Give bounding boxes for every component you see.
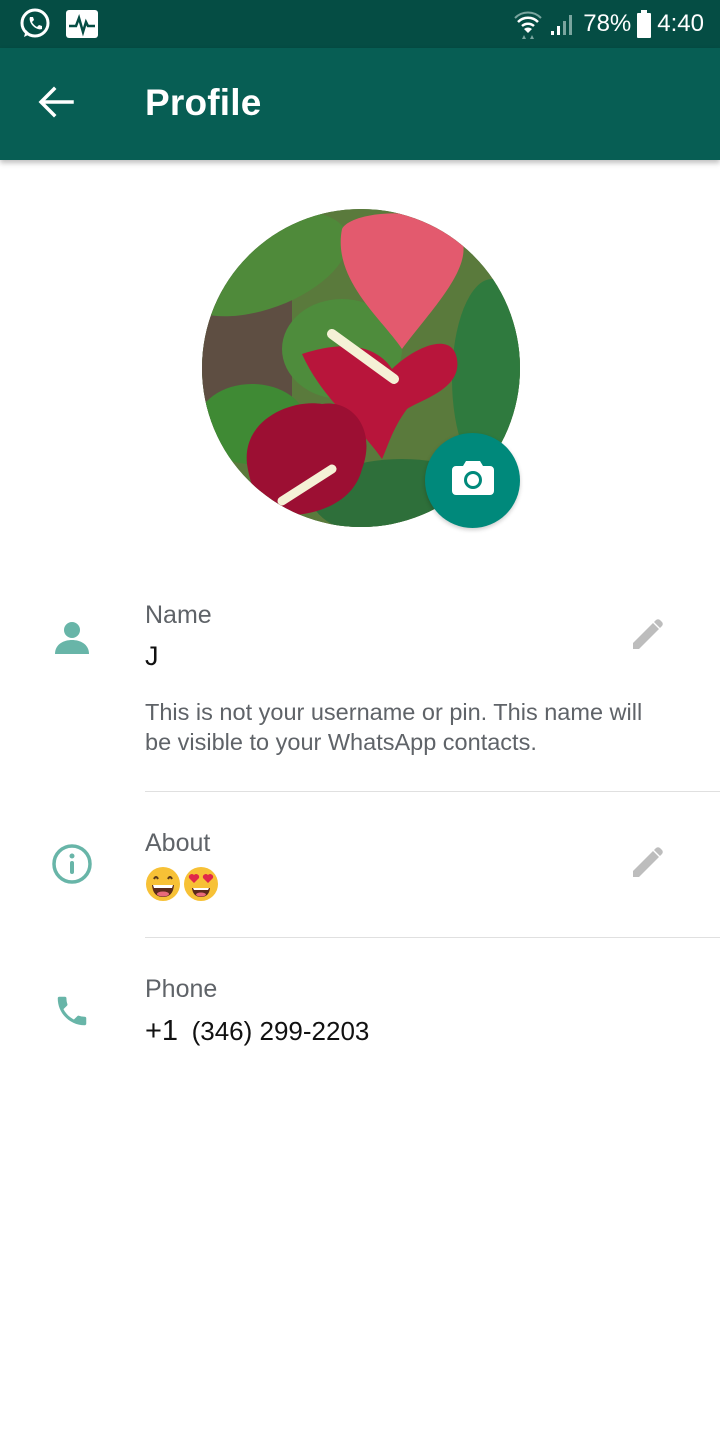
pencil-icon [631, 617, 665, 656]
info-icon [48, 840, 96, 888]
app-bar: Profile [0, 48, 720, 160]
status-bar: 78% 4:40 [0, 0, 720, 48]
person-icon [48, 614, 96, 662]
country-code: +1 [145, 1015, 179, 1047]
about-label: About [145, 829, 211, 857]
wifi-icon [513, 9, 543, 39]
divider [145, 937, 720, 938]
heart-eyes-emoji [183, 866, 219, 902]
pencil-icon [631, 845, 665, 884]
battery-icon [637, 10, 652, 38]
grinning-face-emoji [145, 866, 181, 902]
phone-value: +1 (346) 299-2203 [145, 1015, 369, 1048]
about-row[interactable]: About [0, 820, 720, 930]
clock: 4:40 [657, 10, 704, 37]
battery-percent: 78% [583, 10, 632, 37]
edit-name-button[interactable] [624, 612, 672, 660]
edit-about-button[interactable] [624, 840, 672, 888]
phone-label: Phone [145, 975, 218, 1003]
name-value: J [145, 641, 159, 671]
phone-number: (346) 299-2203 [191, 1016, 370, 1046]
back-button[interactable] [30, 78, 82, 130]
name-row[interactable]: Name J This is not your username or pin.… [0, 590, 720, 790]
page-title: Profile [145, 82, 262, 123]
phone-row: Phone +1 (346) 299-2203 [0, 965, 720, 1065]
divider [145, 791, 720, 792]
phone-icon [48, 987, 96, 1035]
name-hint: This is not your username or pin. This n… [145, 699, 643, 755]
camera-icon [451, 461, 494, 500]
signal-icon [549, 11, 577, 37]
about-value [145, 866, 221, 902]
whatsapp-icon [18, 7, 52, 41]
name-label: Name [145, 601, 212, 629]
activity-monitor-icon [66, 10, 98, 38]
change-photo-button[interactable] [425, 433, 520, 528]
arrow-left-icon [38, 86, 74, 123]
